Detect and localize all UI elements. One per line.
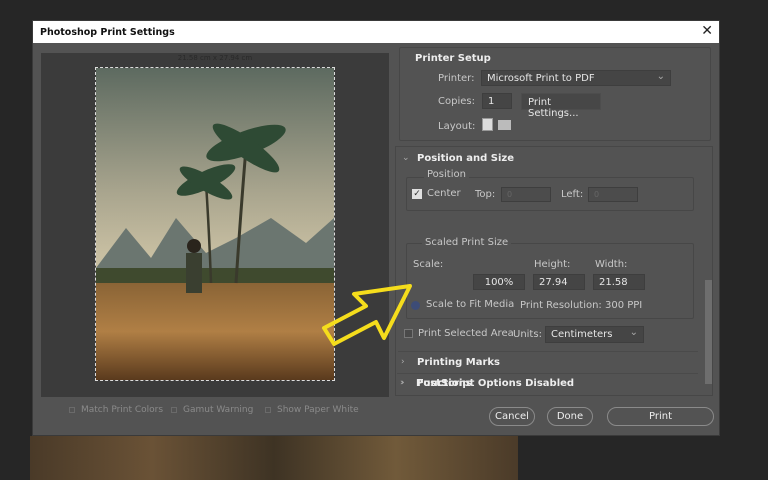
height-input[interactable]: 27.94 xyxy=(533,274,585,290)
settings-scroll-area: ⌄ Position and Size Position ✓ Center To… xyxy=(395,146,713,396)
section-printing-marks[interactable]: ›Printing Marks xyxy=(398,351,698,352)
chevron-right-icon: › xyxy=(401,357,405,367)
annotation-arrow-icon xyxy=(318,280,418,352)
layout-label: Layout: xyxy=(438,121,475,132)
title-bar: Photoshop Print Settings ✕ xyxy=(33,21,719,43)
print-button[interactable]: Print xyxy=(607,407,714,426)
position-size-heading[interactable]: Position and Size xyxy=(417,153,514,164)
done-button[interactable]: Done xyxy=(547,407,593,426)
section-label: Printing Marks xyxy=(417,357,500,368)
copies-label: Copies: xyxy=(438,96,475,107)
units-value: Centimeters xyxy=(551,329,612,340)
printer-setup-panel: Printer Setup Printer: Microsoft Print t… xyxy=(399,47,711,141)
dialog-title: Photoshop Print Settings xyxy=(40,27,175,38)
section-postscript-options[interactable]: ›PostScript Options Disabled xyxy=(397,373,697,374)
top-input[interactable]: 0 xyxy=(501,187,551,202)
copies-input[interactable]: 1 xyxy=(482,93,512,109)
background-document-image xyxy=(30,436,518,480)
print-resolution: Print Resolution: 300 PPI xyxy=(520,300,642,311)
printer-select[interactable]: Microsoft Print to PDF xyxy=(481,70,671,86)
units-label: Units: xyxy=(513,329,542,340)
cancel-button[interactable]: Cancel xyxy=(489,407,535,426)
printer-value: Microsoft Print to PDF xyxy=(487,73,595,84)
height-label: Height: xyxy=(534,259,570,270)
center-checkbox[interactable]: ✓ xyxy=(412,189,422,199)
print-settings-button[interactable]: Print Settings... xyxy=(521,93,601,110)
left-label: Left: xyxy=(561,189,583,200)
print-size-label: 21.58 cm x 27.94 cm xyxy=(41,54,389,62)
width-input[interactable]: 21.58 xyxy=(593,274,645,290)
width-label: Width: xyxy=(595,259,627,270)
landscape-layout-icon[interactable] xyxy=(498,120,511,130)
match-print-colors-checkbox[interactable]: Match Print Colors xyxy=(69,405,163,415)
chevron-right-icon: › xyxy=(400,378,404,388)
show-paper-white-checkbox[interactable]: Show Paper White xyxy=(265,405,359,415)
preview-image xyxy=(95,67,335,381)
section-label: PostScript Options Disabled xyxy=(416,378,574,389)
scaled-print-size-heading: Scaled Print Size xyxy=(422,237,511,248)
center-label: Center xyxy=(427,188,461,199)
printer-label: Printer: xyxy=(438,73,474,84)
printer-setup-heading: Printer Setup xyxy=(415,53,491,64)
print-selected-area-label: Print Selected Area xyxy=(418,328,514,339)
scale-to-fit-label: Scale to Fit Media xyxy=(426,299,514,310)
position-heading: Position xyxy=(424,169,469,180)
scale-input[interactable]: 100% xyxy=(473,274,525,290)
gamut-warning-checkbox[interactable]: Gamut Warning xyxy=(171,405,253,415)
top-label: Top: xyxy=(475,189,495,200)
chevron-down-icon[interactable]: ⌄ xyxy=(402,153,410,163)
scrollbar-thumb[interactable] xyxy=(705,280,712,384)
close-icon[interactable]: ✕ xyxy=(701,23,713,39)
scrollbar[interactable] xyxy=(704,147,713,395)
portrait-layout-icon[interactable] xyxy=(482,118,493,131)
units-select[interactable]: Centimeters xyxy=(545,326,644,343)
left-input[interactable]: 0 xyxy=(588,187,638,202)
scale-label: Scale: xyxy=(413,259,443,270)
print-settings-dialog: Photoshop Print Settings ✕ 21.58 cm x 27… xyxy=(32,20,720,436)
